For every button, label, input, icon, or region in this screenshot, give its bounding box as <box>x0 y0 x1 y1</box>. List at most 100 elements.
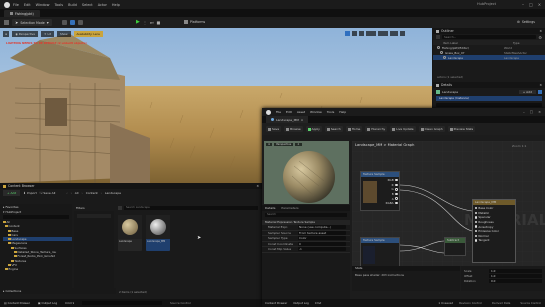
close-icon[interactable]: × <box>256 184 259 188</box>
add-component-button[interactable]: + Add <box>518 89 536 94</box>
material-toolbar-preview-stats[interactable]: Preview Stats <box>447 126 476 132</box>
visibility-icon[interactable] <box>443 56 446 59</box>
forward-icon[interactable]: › <box>71 191 72 195</box>
source-control-button[interactable]: Source Control <box>170 301 191 305</box>
subtract-node[interactable]: Subtract <box>444 237 466 256</box>
show-button[interactable]: Show <box>56 31 71 37</box>
back-icon[interactable]: ‹ <box>66 191 67 195</box>
material-graph[interactable]: Landscape_MM > Material Graph Zoom 1:1 M… <box>352 141 545 266</box>
tab-details[interactable]: Details <box>265 206 275 210</box>
cinematics-icon[interactable] <box>78 20 83 25</box>
material-toolbar-search[interactable]: Search <box>324 126 343 132</box>
breadcrumb-item[interactable]: All <box>75 191 79 195</box>
menu-help[interactable]: Help <box>112 3 120 7</box>
scale-icon[interactable] <box>359 31 364 36</box>
texture-sample-node-2[interactable]: Texture Sample <box>360 237 400 266</box>
menu-file[interactable]: File <box>13 3 19 7</box>
material-preview[interactable]: ≡ Perspective ☀ <box>264 141 349 204</box>
material-toolbar-save[interactable]: Save <box>266 126 282 132</box>
play-options-icon[interactable]: ⋮ <box>143 20 147 25</box>
menu-actor[interactable]: Actor <box>98 3 107 7</box>
palette-value[interactable]: 0.0 <box>489 278 542 283</box>
visibility-icon[interactable] <box>440 51 443 54</box>
tab-landscape-mm[interactable]: Landscape_MM × <box>266 116 309 123</box>
close-icon[interactable]: × <box>539 83 542 87</box>
preview-lit-button[interactable]: ☀ <box>295 143 302 146</box>
material-toolbar-home[interactable]: Home <box>345 126 363 132</box>
material-menu-tools[interactable]: Tools <box>327 110 334 114</box>
outliner-row[interactable]: Landscape Landscape <box>433 55 545 60</box>
output-log-button[interactable]: ▣ Output Log <box>38 301 57 305</box>
camera-speed-icon[interactable] <box>390 31 398 36</box>
revision-control[interactable]: Revision Control <box>459 301 482 305</box>
content-drawer-button[interactable]: ▤ Content Drawer <box>4 301 30 305</box>
filters-button[interactable]: Filters <box>76 206 85 210</box>
preview-perspective-button[interactable]: Perspective <box>274 143 294 146</box>
console-input[interactable] <box>81 301 162 305</box>
status-derived-data[interactable]: Derived Data <box>492 301 511 305</box>
material-menu-window[interactable]: Window <box>310 110 322 114</box>
material-status-output-log[interactable]: Output Log <box>293 301 309 305</box>
material-output-node[interactable]: Landscape_MM Base Color Metallic Specular R… <box>472 199 516 263</box>
asset-search-input[interactable]: Search Landscape <box>124 206 258 210</box>
tree-item-engine[interactable]: Engine <box>3 267 72 271</box>
quick-add-icons[interactable] <box>62 20 83 25</box>
filter-icon[interactable] <box>118 206 122 210</box>
outliner-search-input[interactable]: Search... <box>442 35 537 39</box>
status-source-control[interactable]: Source Control <box>520 301 541 305</box>
settings-dropdown[interactable]: ⚙ Settings <box>517 20 535 24</box>
palette-value[interactable]: 1.0 <box>489 273 542 278</box>
maximize-icon[interactable]: □ <box>529 2 533 7</box>
property-value[interactable]: -1 <box>298 247 346 252</box>
texture-sample-node[interactable]: Texture Sample RGB R G B A RGBA <box>360 171 400 211</box>
minimize-icon[interactable]: – <box>523 110 525 114</box>
platforms-dropdown[interactable]: Platforms <box>184 20 205 24</box>
perspective-button[interactable]: ◉ Perspective <box>12 31 38 37</box>
move-icon[interactable] <box>345 31 350 36</box>
preview-menu-icon[interactable]: ≡ <box>266 143 273 146</box>
lit-button[interactable]: ☀ Lit <box>41 31 54 37</box>
palette-value[interactable]: 1.0 <box>489 268 542 273</box>
details-search-input[interactable] <box>436 103 542 107</box>
material-toolbar-live-update[interactable]: Live Update <box>390 126 416 132</box>
maximize-icon[interactable]: □ <box>530 110 533 114</box>
menu-edit[interactable]: Edit <box>24 3 31 7</box>
blueprint-icon[interactable] <box>538 89 542 94</box>
material-toolbar-browse[interactable]: Browse <box>284 126 303 132</box>
material-input-pin[interactable]: Tangent <box>473 238 515 243</box>
menu-tools[interactable]: Tools <box>54 3 63 7</box>
material-toolbar-hierarchy[interactable]: Hierarchy <box>365 126 388 132</box>
save-all-button[interactable]: 🖫 Save All <box>40 191 56 196</box>
material-details-search[interactable]: Search <box>265 213 347 217</box>
property-value[interactable]: Color <box>298 236 346 241</box>
property-value[interactable]: From texture asset <box>298 230 346 235</box>
window-controls[interactable]: – □ × <box>522 2 541 7</box>
import-button[interactable]: ⬇ Import <box>23 191 36 195</box>
material-status-cmd[interactable]: Cmd <box>315 301 321 305</box>
filter-item[interactable] <box>77 214 111 218</box>
save-icon[interactable] <box>4 20 9 25</box>
material-toolbar-apply[interactable]: Apply <box>305 126 322 132</box>
selection-mode-dropdown[interactable]: ➤ Selection Mode ▾ <box>12 19 52 26</box>
collections-header[interactable]: ▸ Collections <box>0 288 116 294</box>
settings-icon[interactable]: ⚙ <box>538 35 542 40</box>
close-icon[interactable]: × <box>538 110 541 114</box>
breadcrumb-item[interactable]: Landscape <box>105 191 121 195</box>
output-pin[interactable]: RGBA <box>386 201 399 206</box>
viewport-menu-icon[interactable]: ≡ <box>3 31 10 37</box>
menu-window[interactable]: Window <box>36 3 50 7</box>
column-item-label[interactable]: Item Label <box>443 41 513 45</box>
minimize-icon[interactable]: – <box>522 2 524 7</box>
visibility-icon[interactable] <box>437 46 440 49</box>
step-icon[interactable]: ⏭ <box>150 20 154 25</box>
add-actor-icon[interactable] <box>62 20 67 25</box>
add-filter-icon[interactable] <box>436 35 440 39</box>
close-icon[interactable]: × <box>301 118 304 122</box>
stop-icon[interactable]: ■ <box>156 20 160 25</box>
maximize-viewport-icon[interactable] <box>400 31 405 36</box>
breadcrumb-item[interactable]: Content <box>86 191 98 195</box>
material-menu-help[interactable]: Help <box>339 110 346 114</box>
close-icon[interactable]: × <box>538 2 541 7</box>
rotate-icon[interactable] <box>352 31 357 36</box>
asset-tile[interactable]: Landscape <box>118 215 142 251</box>
